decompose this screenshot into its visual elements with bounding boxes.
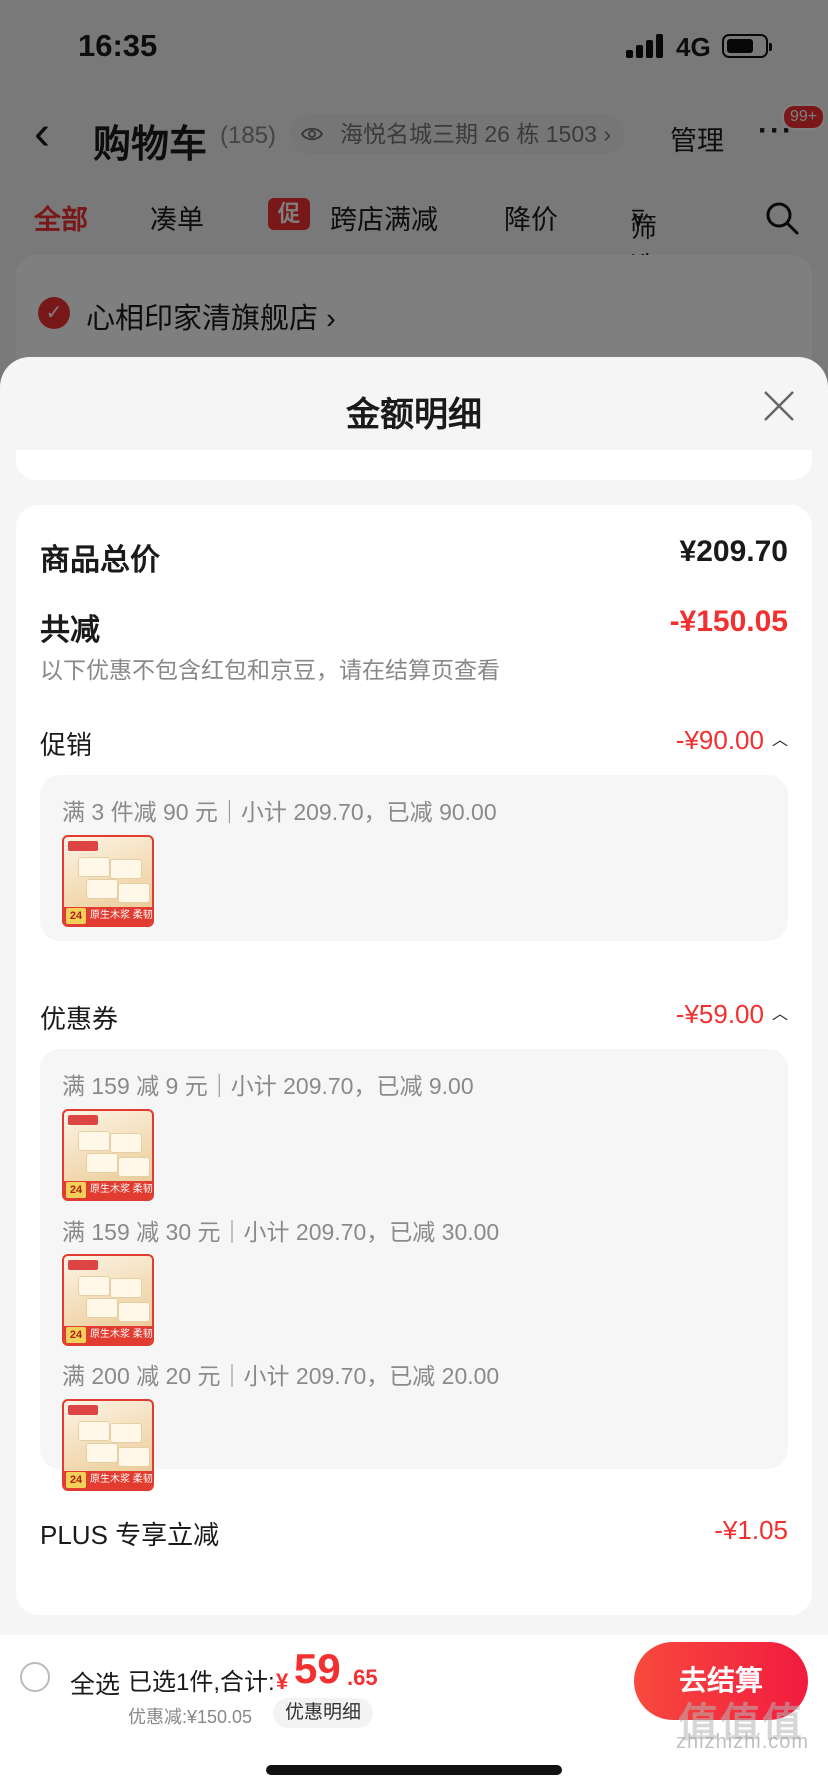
currency-symbol: ¥ xyxy=(276,1669,289,1694)
promotion-rule-1: 满 3 件减 90 元｜小计 209.70，已减 90.00 xyxy=(62,799,497,825)
coupon-rule-2: 满 159 减 30 元｜小计 209.70，已减 30.00 xyxy=(62,1219,500,1245)
plus-row: PLUS 专享立减 -¥1.05 xyxy=(40,1515,788,1551)
product-thumbnail[interactable]: 原生木浆 柔韧亲肤 24 xyxy=(62,1254,154,1346)
saved-amount: 优惠减:¥150.05 xyxy=(128,1707,253,1727)
promotion-box: 满 3 件减 90 元｜小计 209.70，已减 90.00 原生木浆 柔韧亲肤… xyxy=(40,775,788,941)
product-thumbnail[interactable]: 原生木浆 柔韧亲肤 24 xyxy=(62,1109,154,1201)
promotion-row[interactable]: 促销 -¥90.00 ︿ xyxy=(40,725,788,761)
coupon-value: -¥59.00 ︿ xyxy=(675,999,788,1029)
collapse-caret-icon: ︿ xyxy=(771,1006,788,1024)
coupon-row[interactable]: 优惠券 -¥59.00 ︿ xyxy=(40,999,788,1035)
total-decimal: .65 xyxy=(347,1665,378,1690)
breakdown-card: 商品总价 ¥209.70 共减 -¥150.05 以下优惠不包含红包和京豆，请在… xyxy=(16,505,812,1615)
promotion-label: 促销 xyxy=(40,730,93,760)
selected-summary: 已选1件,合计: xyxy=(128,1669,275,1696)
discount-detail-button[interactable]: 优惠明细 xyxy=(273,1698,374,1728)
sheet-title: 金额明细 xyxy=(346,396,482,434)
promotion-value: -¥90.00 ︿ xyxy=(675,725,788,755)
select-all-label[interactable]: 全选 xyxy=(70,1665,120,1701)
close-icon[interactable] xyxy=(762,389,796,423)
goods-total-row: 商品总价 ¥209.70 xyxy=(40,535,788,577)
product-thumbnail[interactable]: 原生木浆 柔韧亲肤 24 xyxy=(62,1399,154,1491)
discount-note: 以下优惠不包含红包和京豆，请在结算页查看 xyxy=(40,657,500,683)
goods-total-value: ¥209.70 xyxy=(679,535,788,568)
total-discount-label: 共减 xyxy=(40,614,100,647)
product-thumbnail[interactable]: 原生木浆 柔韧亲肤 24 xyxy=(62,835,154,927)
total-discount-row: 共减 -¥150.05 xyxy=(40,605,788,647)
plus-label: PLUS 专享立减 xyxy=(40,1520,220,1550)
total-discount-value: -¥150.05 xyxy=(669,605,788,638)
coupon-label: 优惠券 xyxy=(40,1004,119,1034)
home-indicator[interactable] xyxy=(266,1765,562,1775)
plus-value: -¥1.05 xyxy=(714,1515,788,1545)
watermark-text: zhizhizhi.com xyxy=(676,1731,810,1753)
previous-card-edge xyxy=(16,450,812,480)
select-all-radio[interactable] xyxy=(20,1662,50,1692)
checkout-bar: 全选 已选1件,合计: ¥ 59 .65 优惠减:¥150.05 优惠明细 去结… xyxy=(0,1635,828,1792)
total-integer: 59 xyxy=(294,1645,341,1692)
amount-detail-sheet: 金额明细 商品总价 ¥209.70 共减 -¥150.05 以下优惠不包含红包和… xyxy=(0,357,828,1635)
coupon-box: 满 159 减 9 元｜小计 209.70，已减 9.00 原生木浆 柔韧亲肤 … xyxy=(40,1049,788,1491)
goods-total-label: 商品总价 xyxy=(40,544,160,577)
coupon-rule-1: 满 159 减 9 元｜小计 209.70，已减 9.00 xyxy=(62,1073,474,1099)
thumb-count: 24 xyxy=(66,908,86,924)
collapse-caret-icon: ︿ xyxy=(771,732,788,750)
coupon-rule-3: 满 200 减 20 元｜小计 209.70，已减 20.00 xyxy=(62,1363,500,1389)
